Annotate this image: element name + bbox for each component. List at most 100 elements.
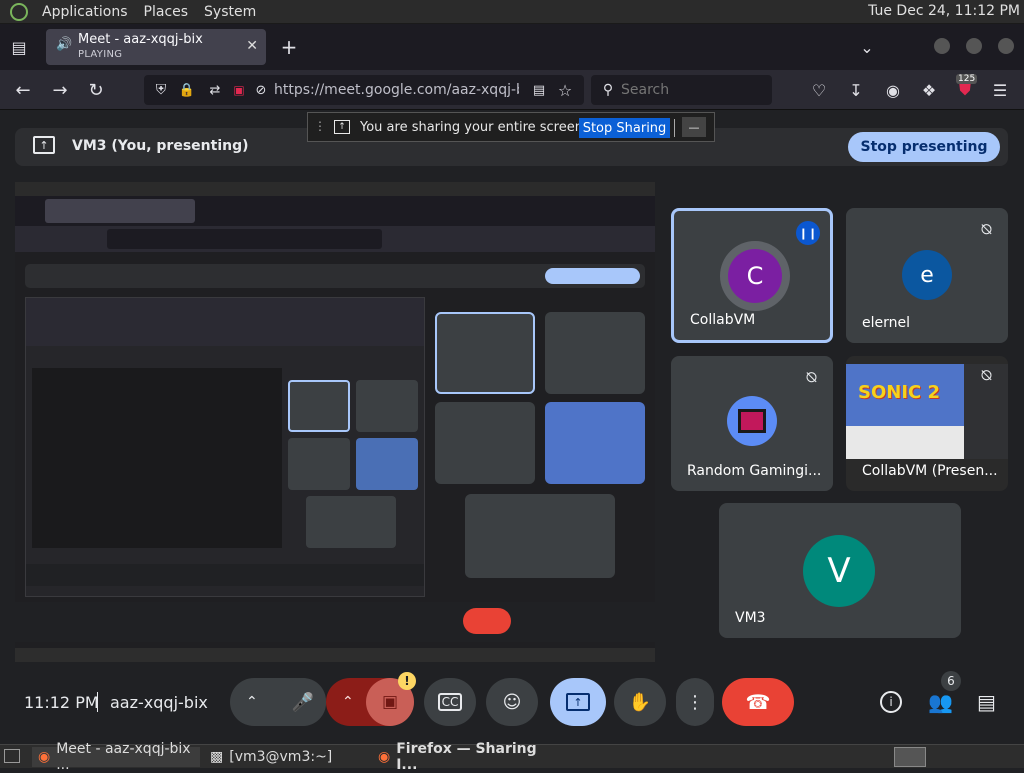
reactions-button[interactable]: ☺ (486, 678, 538, 726)
captions-button[interactable]: CC (424, 678, 476, 726)
nested-hangup (463, 608, 511, 634)
present-to-all-icon: ↑ (566, 693, 590, 711)
drag-handle-icon[interactable]: ⋮ (314, 119, 326, 133)
nested-stop-presenting (545, 268, 640, 284)
audio-settings-chevron-icon[interactable]: ⌃ (246, 694, 258, 710)
reload-icon[interactable]: ↻ (85, 79, 107, 101)
participant-name: CollabVM (690, 312, 756, 328)
close-tab-icon[interactable]: ✕ (246, 38, 258, 54)
avatar (727, 396, 777, 446)
participant-name: elernel (862, 315, 911, 331)
nested-tile-e (306, 496, 396, 548)
participant-tile-elernel[interactable]: ⦰ e elernel (846, 208, 1008, 343)
tab-bar: ▤ 🔊 Meet - aaz-xqqj-bix PLAYING ✕ + ⌄ (0, 24, 1024, 70)
participant-tile-vm3[interactable]: V VM3 (719, 503, 961, 638)
avatar: C (720, 241, 790, 311)
hangup-icon: ☎ (745, 690, 771, 714)
nested-url-bar (107, 229, 382, 249)
more-vert-icon: ⋮ (686, 691, 704, 713)
task-label: Firefox — Sharing I... (396, 741, 537, 773)
nested-tile-elernel (545, 312, 645, 394)
meeting-details-icon[interactable]: i (880, 691, 902, 713)
search-input[interactable] (621, 81, 761, 99)
tab-list-icon[interactable]: ▤ (8, 36, 30, 58)
people-icon[interactable]: 👥 (928, 690, 953, 714)
mic-button[interactable]: 🎤 (280, 678, 326, 726)
avatar: e (902, 250, 952, 300)
nested-taskbar (15, 648, 655, 662)
account-icon[interactable]: ◉ (882, 79, 904, 101)
chat-icon[interactable]: ▤ (977, 690, 996, 714)
participant-tile-collabvm[interactable]: C ❙❙ CollabVM (671, 208, 833, 343)
show-desktop-icon[interactable] (4, 749, 20, 763)
video-settings-chevron-icon[interactable]: ⌃ (342, 694, 354, 710)
reader-view-icon[interactable]: ▤ (528, 79, 550, 101)
search-bar[interactable]: ⚲ (591, 75, 772, 105)
url-text[interactable]: https://meet.google.com/aaz-xqqj-bix/ (274, 82, 519, 98)
permissions-icon[interactable]: ⇄ (204, 79, 226, 101)
lock-icon[interactable]: 🔒 (176, 79, 198, 101)
task-label: Meet - aaz-xqqj-bix ... (56, 741, 191, 773)
task-terminal[interactable]: ▩ [vm3@vm3:~] (204, 747, 354, 767)
window-minimize-button[interactable] (934, 38, 950, 54)
participant-name: CollabVM (Presen... (862, 463, 998, 479)
minimize-notice-button[interactable]: — (682, 117, 706, 137)
nested-tile-collabvm (435, 312, 535, 394)
pocket-icon[interactable]: ♡ (808, 79, 830, 101)
divider (674, 119, 675, 137)
divider (97, 692, 98, 712)
nested-controls-bar (15, 602, 655, 642)
panel-clock[interactable]: Tue Dec 24, 11:12 PM (868, 3, 1020, 19)
meeting-code[interactable]: aaz-xqqj-bix (110, 693, 208, 712)
back-icon[interactable]: ← (12, 79, 34, 101)
shield-icon[interactable]: ⛨ (150, 79, 172, 101)
task-firefox-meet[interactable]: ◉ Meet - aaz-xqqj-bix ... (32, 741, 200, 773)
nested-tile-d (356, 438, 418, 490)
meeting-controls: 11:12 PM aaz-xqqj-bix ⌃ 🎤 ⌃ ▣ ! CC ☺ ↑ ✋… (0, 670, 1024, 740)
new-tab-icon[interactable]: + (278, 35, 300, 59)
avatar-initial: C (746, 262, 764, 290)
window-maximize-button[interactable] (966, 38, 982, 54)
download-icon[interactable]: ↧ (845, 79, 867, 101)
url-bar[interactable]: ⛨ 🔒 ⇄ ▣ ⊘ https://meet.google.com/aaz-xq… (144, 75, 584, 105)
nested-tile-b (356, 380, 418, 432)
gnome-logo-icon[interactable] (10, 2, 28, 21)
menu-places[interactable]: Places (136, 4, 197, 20)
nested-tab (45, 199, 195, 223)
stop-presenting-button[interactable]: Stop presenting (848, 132, 1000, 162)
forward-icon[interactable]: → (49, 79, 71, 101)
menu-system[interactable]: System (196, 4, 264, 20)
workspace-switcher[interactable] (894, 747, 926, 767)
participant-tile-collabvm-presenting[interactable]: SONIC 2 ⦰ CollabVM (Presen... (846, 356, 1008, 491)
nav-bar: ← → ↻ ⛨ 🔒 ⇄ ▣ ⊘ https://meet.google.com/… (0, 70, 1024, 110)
chevron-down-icon[interactable]: ⌄ (856, 36, 878, 58)
camera-blocked-icon[interactable]: ⊘ (250, 79, 272, 101)
camera-group: ⌃ ▣ ! (326, 672, 416, 726)
bookmark-star-icon[interactable]: ☆ (554, 79, 576, 101)
nested-screen (25, 297, 425, 597)
menu-icon[interactable]: ☰ (989, 79, 1011, 101)
tab-status: PLAYING (78, 49, 123, 60)
sonic-logo-text: SONIC 2 (858, 382, 941, 403)
window-close-button[interactable] (998, 38, 1014, 54)
nested-tile-a (288, 380, 350, 432)
firefox-icon: ◉ (38, 749, 51, 765)
present-now-button[interactable]: ↑ (550, 678, 606, 726)
camera-warning-badge: ! (398, 672, 416, 690)
presenting-label: VM3 (You, presenting) (72, 138, 249, 154)
participant-tile-random-gaming[interactable]: ⦰ Random Gamingi... (671, 356, 833, 491)
sharing-notification: ⋮ ↑ You are sharing your entire screen. … (307, 112, 715, 142)
firefox-icon: ◉ (378, 749, 391, 765)
audio-playing-icon[interactable]: 🔊 (56, 37, 72, 52)
hand-icon: ✋ (628, 691, 652, 713)
tab-meet[interactable]: 🔊 Meet - aaz-xqqj-bix PLAYING ✕ (46, 29, 266, 65)
raise-hand-button[interactable]: ✋ (614, 678, 666, 726)
extensions-icon[interactable]: ❖ (918, 79, 940, 101)
more-options-button[interactable]: ⋮ (676, 678, 714, 726)
task-firefox-sharing[interactable]: ◉ Firefox — Sharing I... (372, 741, 552, 773)
stop-sharing-button[interactable]: Stop Sharing (579, 118, 670, 138)
game-ground (846, 426, 964, 459)
screen-share-indicator-icon[interactable]: ▣ (228, 79, 250, 101)
leave-call-button[interactable]: ☎ (722, 678, 794, 726)
menu-applications[interactable]: Applications (34, 4, 136, 20)
